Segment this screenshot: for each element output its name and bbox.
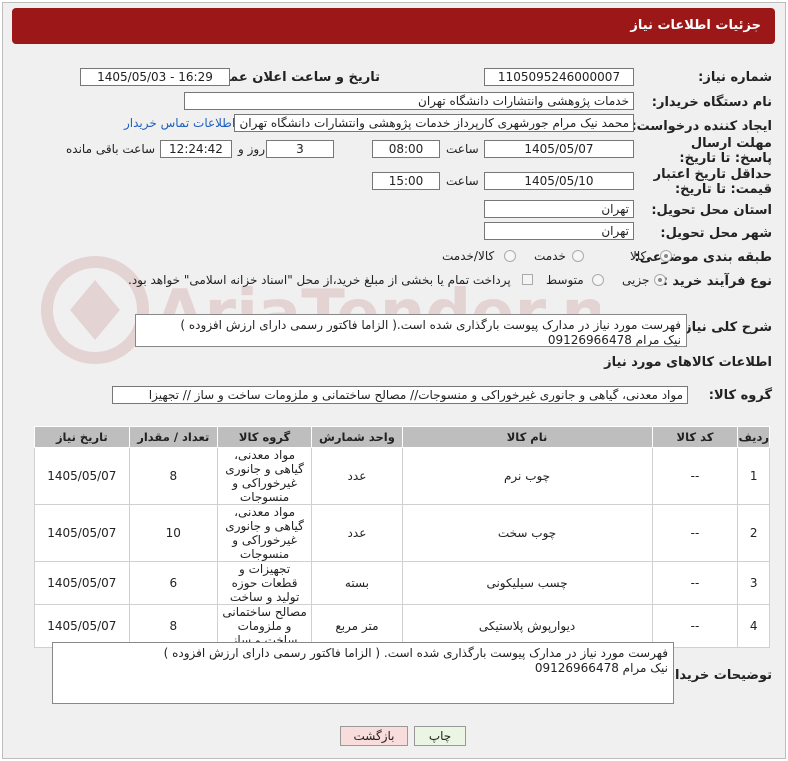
need-number-field: 1105095246000007 (484, 68, 634, 86)
general-desc-label: شرح کلی نیاز: (678, 320, 772, 335)
buyer-contact-link[interactable]: اطلاعات تماس خریدار (124, 116, 235, 130)
purchase-type-label: نوع فرآیند خرید : (662, 274, 772, 289)
payment-note: پرداخت تمام یا بخشی از مبلغ خرید،از محل … (128, 273, 511, 287)
col-date-header: تاریخ نیاز (34, 426, 130, 448)
day-and-label: روز و (238, 142, 265, 156)
category-goods-radio[interactable] (660, 250, 672, 262)
category-goods-label: کالا (630, 249, 647, 263)
row-number: 4 (737, 604, 770, 648)
item-name: چوب سخت (401, 504, 653, 562)
item-qty: 10 (128, 504, 218, 562)
reply-deadline-label: مهلت ارسال پاسخ: تا تاریخ: (679, 136, 772, 166)
item-name: چسب سیلیکونی (401, 561, 653, 605)
delivery-city-label: شهر محل تحویل: (660, 226, 772, 241)
item-date: 1405/05/07 (34, 447, 130, 505)
goods-table: ردیف کد کالا نام کالا واحد شمارش گروه کا… (34, 426, 770, 648)
item-group: مواد معدنی، گیاهی و جانوری غیرخوراکی و م… (216, 447, 313, 505)
row-number: 1 (737, 447, 770, 505)
buyer-notes-textarea[interactable]: فهرست مورد نیاز در مدارک پیوست بارگذاری … (52, 642, 674, 704)
col-unit-header: واحد شمارش (311, 426, 403, 448)
min-price-validity-label: حداقل تاریخ اعتبار قیمت: تا تاریخ: (653, 167, 772, 197)
islamic-treasury-checkbox[interactable] (522, 274, 533, 285)
row-number: 3 (737, 561, 770, 605)
item-unit: بسته (311, 561, 403, 605)
item-name: چوب نرم (401, 447, 653, 505)
page-header: جزئیات اطلاعات نیاز (12, 8, 775, 44)
request-creator-field: محمد نیک مرام جورشهری کارپرداز خدمات پژو… (234, 114, 634, 132)
province-field: تهران (484, 200, 634, 218)
goods-group-field: مواد معدنی، گیاهی و جانوری غیرخوراکی و م… (112, 386, 688, 404)
col-group-header: گروه کالا (216, 426, 313, 448)
need-number-label: شماره نیاز: (698, 70, 772, 85)
general-desc-textarea[interactable]: فهرست مورد نیاز در مدارک پیوست بارگذاری … (135, 314, 687, 347)
item-unit: عدد (311, 504, 403, 562)
delivery-province-label: استان محل تحویل: (651, 203, 772, 218)
purchase-medium-radio[interactable] (592, 274, 604, 286)
buyer-org-field: خدمات پژوهشی وانتشارات دانشگاه تهران (184, 92, 634, 110)
col-code-header: کد کالا (651, 426, 739, 448)
goods-info-heading: اطلاعات کالاهای مورد نیاز (604, 355, 772, 370)
table-header-row: ردیف کد کالا نام کالا واحد شمارش گروه کا… (34, 426, 770, 448)
purchase-partial-radio[interactable] (654, 274, 666, 286)
item-qty: 8 (128, 447, 218, 505)
remaining-time-field: 12:24:42 (160, 140, 232, 158)
request-creator-label: ایجاد کننده درخواست: (631, 119, 772, 134)
item-date: 1405/05/07 (34, 561, 130, 605)
col-name-header: نام کالا (401, 426, 653, 448)
remaining-label: ساعت باقی مانده (66, 142, 156, 156)
item-code: -- (651, 447, 739, 505)
col-row-header: ردیف (737, 426, 770, 448)
reply-time-field: 08:00 (372, 140, 440, 158)
purchase-medium-label: متوسط (546, 273, 584, 287)
back-button[interactable]: بازگشت (340, 726, 408, 746)
item-group: تجهیزات و قطعات حوزه تولید و ساخت (216, 561, 313, 605)
col-qty-header: تعداد / مقدار (128, 426, 218, 448)
purchase-partial-label: جزیی (622, 273, 650, 287)
row-number: 2 (737, 504, 770, 562)
item-code: -- (651, 504, 739, 562)
reply-date-field: 1405/05/07 (484, 140, 634, 158)
item-unit: عدد (311, 447, 403, 505)
buyer-org-label: نام دستگاه خریدار: (651, 95, 772, 110)
item-group: مواد معدنی، گیاهی و جانوری غیرخوراکی و م… (216, 504, 313, 562)
category-service-label: خدمت (534, 249, 566, 263)
buyer-notes-label: توضیحات خریدار: (662, 668, 772, 683)
table-row[interactable]: 1 -- چوب نرم عدد مواد معدنی، گیاهی و جان… (34, 447, 770, 505)
item-date: 1405/05/07 (34, 504, 130, 562)
category-goods-service-radio[interactable] (504, 250, 516, 262)
item-qty: 6 (128, 561, 218, 605)
city-field: تهران (484, 222, 634, 240)
item-code: -- (651, 561, 739, 605)
reply-days-field: 3 (266, 140, 334, 158)
price-date-field: 1405/05/10 (484, 172, 634, 190)
table-row[interactable]: 2 -- چوب سخت عدد مواد معدنی، گیاهی و جان… (34, 504, 770, 562)
page-title: جزئیات اطلاعات نیاز (630, 18, 761, 33)
category-goods-service-label: کالا/خدمت (442, 249, 495, 263)
table-row[interactable]: 3 -- چسب سیلیکونی بسته تجهیزات و قطعات ح… (34, 561, 770, 605)
price-time-label: ساعت (446, 174, 479, 188)
category-service-radio[interactable] (572, 250, 584, 262)
announce-datetime-field: 1405/05/03 - 16:29 (80, 68, 230, 86)
print-button[interactable]: چاپ (414, 726, 466, 746)
goods-group-label: گروه کالا: (708, 388, 772, 403)
reply-time-label: ساعت (446, 142, 479, 156)
price-time-field: 15:00 (372, 172, 440, 190)
subject-category-label: طبقه بندی موضوعی: (634, 250, 772, 265)
